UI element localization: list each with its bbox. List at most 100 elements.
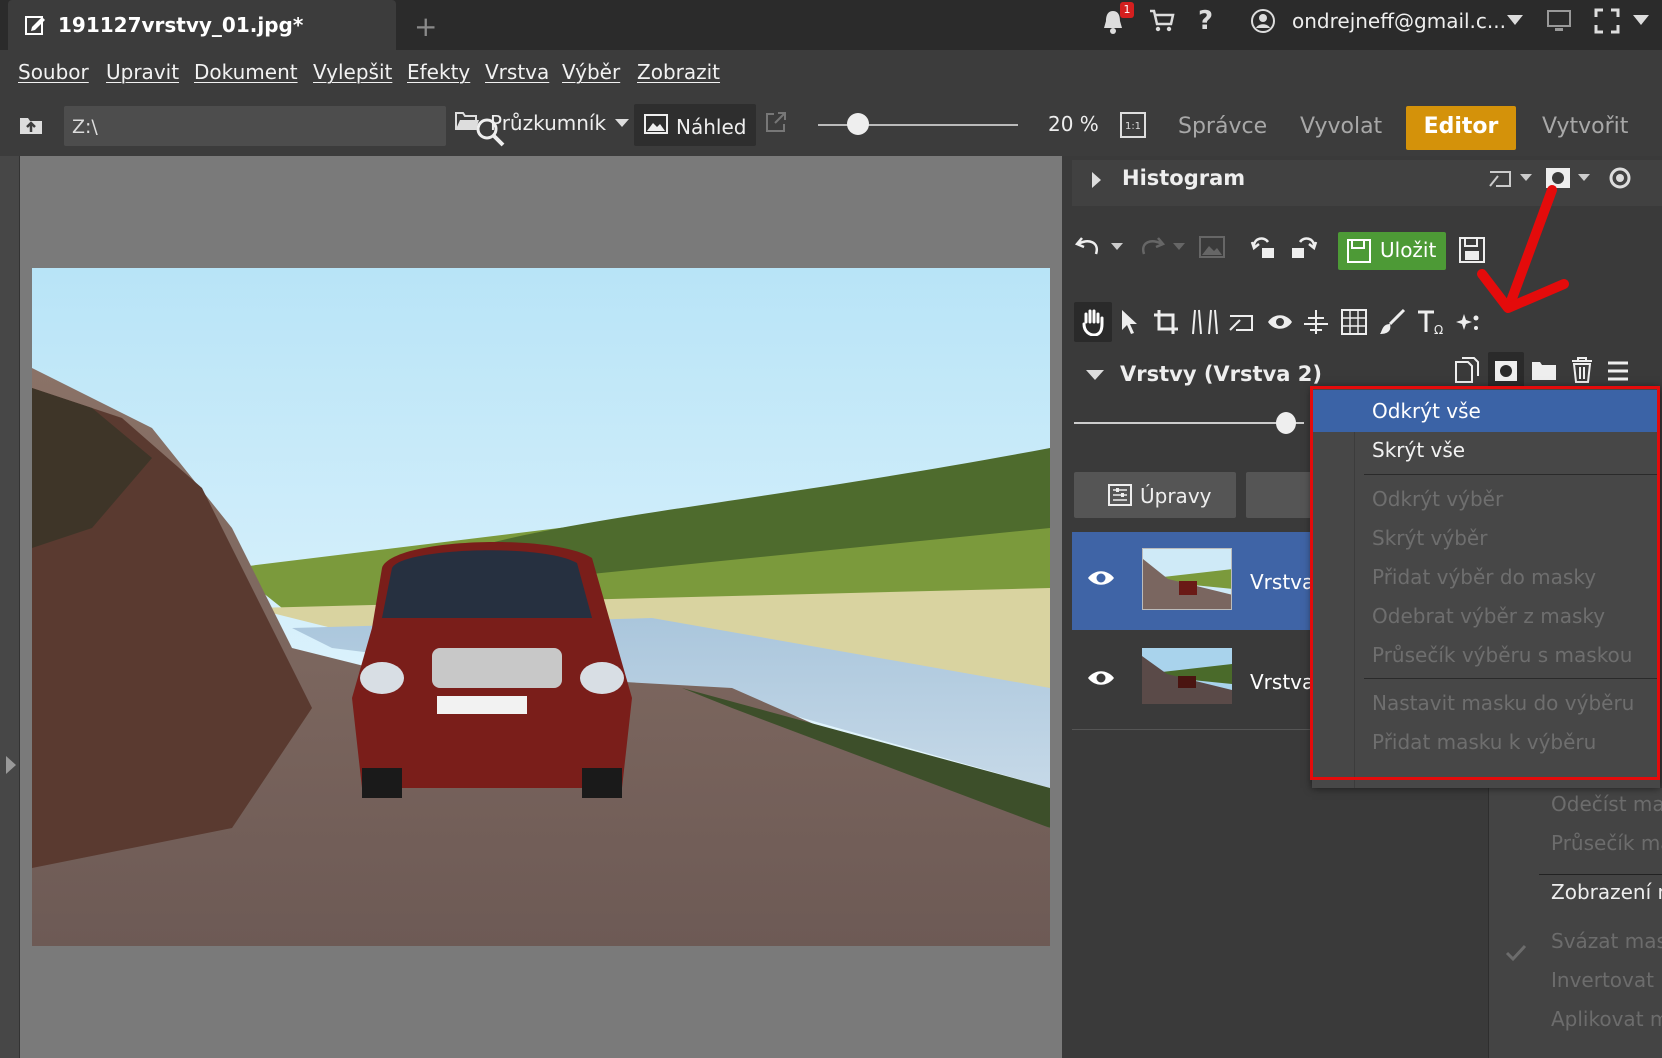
straighten-icon[interactable] — [1302, 308, 1330, 336]
chevron-down-icon[interactable] — [1110, 242, 1124, 252]
undo-icon[interactable] — [1074, 232, 1104, 262]
mode-vytvorit[interactable]: Vytvořit — [1532, 106, 1638, 150]
layer-name: Vrstva — [1250, 570, 1315, 594]
new-tab-button[interactable]: + — [414, 10, 437, 43]
transform-grid-icon[interactable] — [1340, 308, 1368, 336]
annotation-arrow — [1477, 185, 1569, 313]
chevron-right-icon — [6, 756, 16, 774]
submenu-item: Odečíst mas — [1551, 792, 1662, 816]
submenu-item[interactable]: Zobrazení m — [1551, 880, 1662, 904]
menu-efekty[interactable]: Efekty — [407, 60, 470, 84]
external-link-icon[interactable] — [764, 110, 788, 134]
menu-vylepsit[interactable]: Vylepšit — [313, 60, 392, 84]
menu-vrstva[interactable]: Vrstva — [485, 60, 549, 84]
selection-icon[interactable] — [1228, 310, 1256, 336]
mask-submenu: Odečíst mas Průsečík ma Zobrazení m Sváz… — [1488, 788, 1662, 1058]
image-icon — [644, 114, 668, 134]
image-canvas[interactable] — [20, 156, 1062, 1058]
document-tab[interactable]: 191127vrstvy_01.jpg* — [8, 0, 396, 50]
photo-car-on-riverside-road[interactable] — [32, 268, 1050, 946]
fullscreen-icon[interactable] — [1594, 8, 1620, 34]
eye-visibility-icon[interactable] — [1086, 668, 1116, 688]
submenu-item: Aplikovat m — [1551, 1007, 1662, 1031]
hamburger-menu-icon[interactable] — [1606, 360, 1630, 382]
zoom-slider-handle[interactable] — [847, 113, 869, 135]
menu-zobrazit[interactable]: Zobrazit — [637, 60, 720, 84]
left-panel-toggle[interactable] — [0, 156, 20, 1058]
opacity-slider-track[interactable] — [1074, 422, 1304, 424]
path-value: Z:\ — [72, 116, 98, 138]
tab-bar: 191127vrstvy_01.jpg* + 1 ? ondrejneff@gm… — [0, 0, 1662, 50]
menu-soubor[interactable]: Soubor — [18, 60, 89, 84]
monitor-icon[interactable] — [1546, 8, 1572, 34]
help-button[interactable]: ? — [1198, 6, 1213, 36]
car — [352, 541, 632, 798]
menu-dokument[interactable]: Dokument — [194, 60, 298, 84]
redo-icon[interactable] — [1136, 232, 1166, 262]
chevron-down-icon[interactable] — [1172, 242, 1186, 252]
svg-text:Ω: Ω — [1434, 323, 1443, 336]
perspective-icon[interactable] — [1190, 308, 1218, 336]
brush-icon[interactable] — [1378, 308, 1406, 336]
adjustments-icon — [1108, 484, 1132, 506]
trash-icon[interactable] — [1570, 356, 1594, 384]
menu-separator — [1539, 874, 1662, 875]
chevron-down-icon[interactable] — [1632, 14, 1650, 26]
histogram-title: Histogram — [1122, 166, 1246, 190]
eye-visibility-icon[interactable] — [1086, 568, 1116, 588]
zoom-value: 20 % — [1048, 112, 1099, 136]
settings-gear-icon — [1609, 167, 1631, 189]
layer-option-button[interactable] — [1246, 472, 1316, 518]
adjustments-label: Úpravy — [1140, 484, 1212, 508]
edit-document-icon — [25, 16, 45, 35]
menu-vyber[interactable]: Výběr — [562, 60, 620, 84]
user-email[interactable]: ondrejneff@gmail.c... — [1292, 9, 1506, 33]
chevron-down-icon[interactable] — [614, 118, 630, 128]
layer-row[interactable]: Vrstva — [1072, 632, 1328, 730]
layer-thumbnail — [1142, 548, 1232, 610]
cart-icon[interactable] — [1148, 8, 1176, 34]
duplicate-layer-icon[interactable] — [1454, 356, 1480, 384]
folder-up-icon[interactable] — [18, 112, 44, 136]
explorer-label[interactable]: Průzkumník — [490, 111, 606, 135]
text-tool-icon[interactable]: Ω — [1416, 308, 1446, 336]
folder-icon[interactable] — [1530, 360, 1558, 382]
hand-icon — [1082, 309, 1104, 336]
layer-row-selected[interactable]: Vrstva — [1072, 532, 1328, 630]
checkmark-icon — [1505, 944, 1527, 962]
opacity-slider-handle[interactable] — [1275, 412, 1296, 434]
menu-bar: Soubor Upravit Dokument Vylepšit Efekty … — [0, 50, 1662, 94]
actual-size-icon[interactable]: 1:1 — [1120, 112, 1146, 138]
rotate-left-icon[interactable] — [1250, 232, 1280, 262]
photo-image — [32, 268, 1050, 946]
preview-button[interactable]: Náhled — [634, 104, 756, 146]
chevron-right-icon[interactable] — [1092, 172, 1101, 188]
folder-open-icon[interactable] — [454, 110, 480, 132]
menu-upravit[interactable]: Upravit — [106, 60, 179, 84]
save-label: Uložit — [1380, 238, 1437, 262]
original-image-icon[interactable] — [1198, 234, 1226, 260]
submenu-item: Invertovat m — [1551, 968, 1662, 992]
chevron-down-icon[interactable] — [1086, 370, 1104, 380]
adjustments-button[interactable]: Úpravy — [1074, 472, 1236, 518]
chevron-down-icon — [1578, 174, 1590, 181]
mode-spravce[interactable]: Správce — [1168, 106, 1277, 150]
path-input[interactable]: Z:\ — [64, 106, 505, 147]
crop-icon[interactable] — [1152, 308, 1180, 336]
mode-editor[interactable]: Editor — [1406, 106, 1516, 150]
svg-text:1:1: 1:1 — [1125, 121, 1141, 132]
submenu-item: Průsečík ma — [1551, 831, 1662, 855]
layer-thumbnail — [1142, 648, 1232, 704]
chevron-down-icon[interactable] — [1506, 14, 1524, 26]
preview-label: Náhled — [676, 115, 747, 139]
toolbar: Z:\ Průzkumník Náhled 20 % 1:1 Správce V… — [0, 94, 1662, 156]
eye-icon[interactable] — [1266, 312, 1294, 332]
submenu-item: Svázat mask — [1551, 929, 1662, 953]
mode-vyvolat[interactable]: Vyvolat — [1290, 106, 1392, 150]
notification-badge: 1 — [1120, 2, 1134, 18]
user-icon[interactable] — [1250, 8, 1276, 34]
annotation-highlight-box — [1310, 386, 1660, 780]
pointer-arrow-icon[interactable] — [1118, 308, 1140, 336]
save-icon — [1347, 239, 1371, 263]
rotate-right-icon[interactable] — [1288, 232, 1318, 262]
